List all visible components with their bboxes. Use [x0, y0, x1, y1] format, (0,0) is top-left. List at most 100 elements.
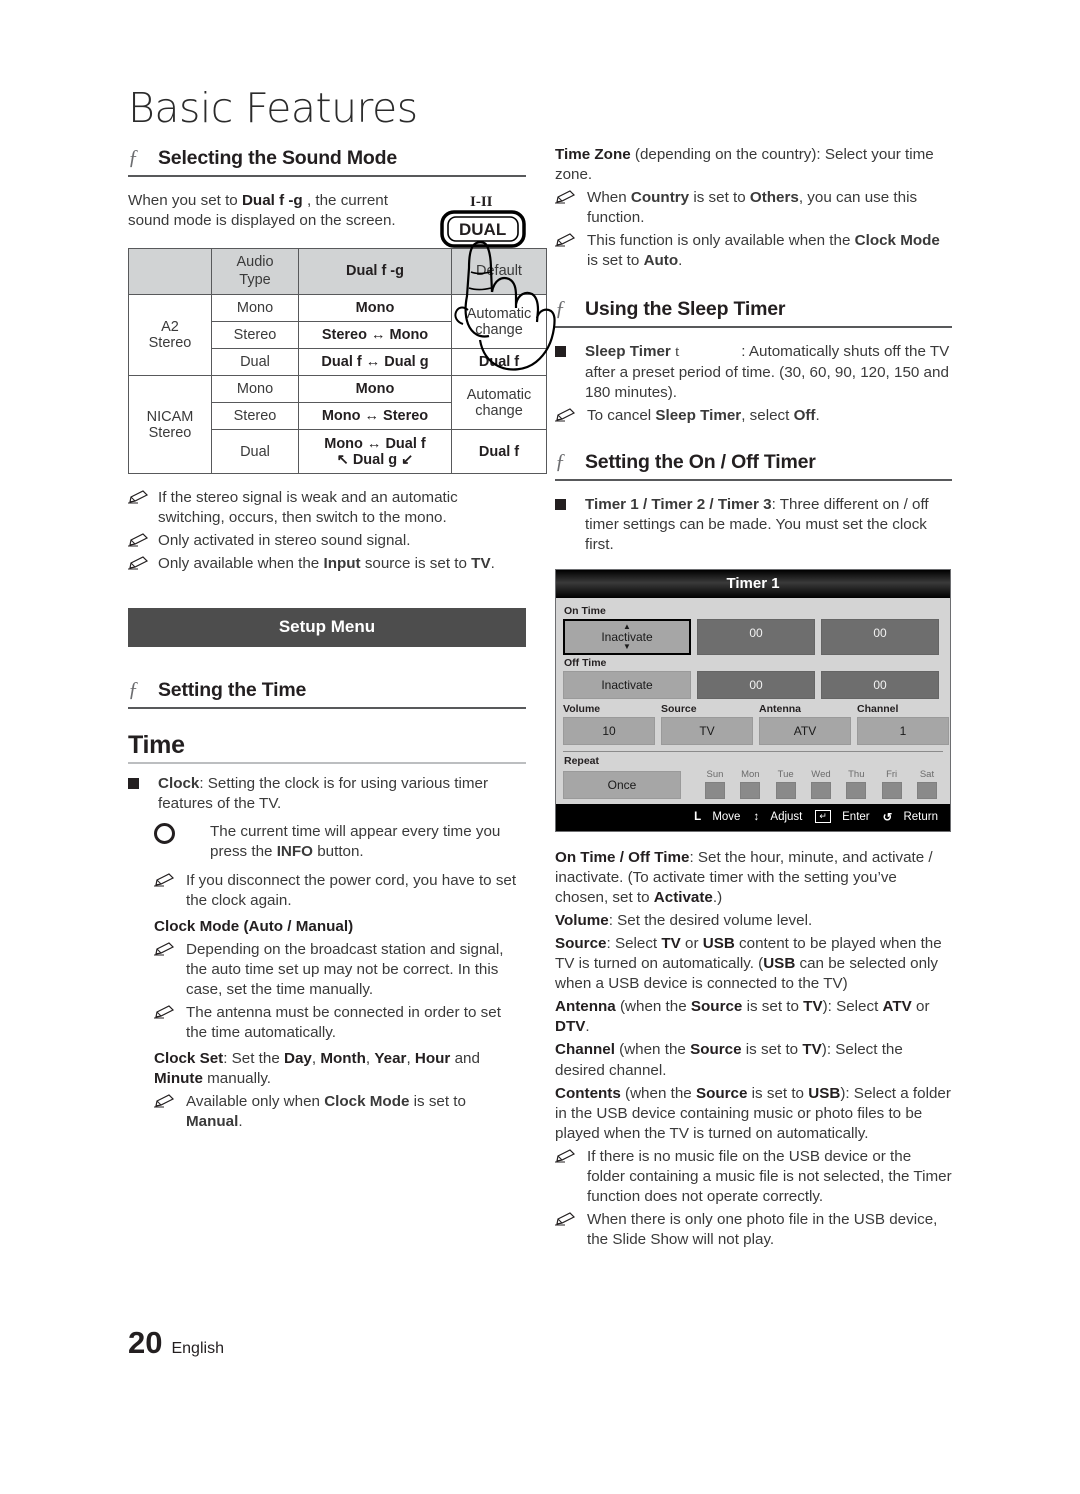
volume-field[interactable]: 10 [563, 716, 655, 745]
enter-key-icon: ↵ [815, 810, 831, 824]
day-checkbox[interactable] [846, 781, 867, 799]
bullet-text: Clock: Setting the clock is for using va… [158, 774, 526, 814]
day-checkbox[interactable] [705, 781, 725, 799]
day-checkbox[interactable] [916, 781, 937, 799]
table-cell-type: Dual [211, 429, 299, 474]
day-label: Thu [848, 768, 865, 780]
clock-set-paragraph: Clock Set: Set the Day, Month, Year, Hou… [154, 1050, 480, 1088]
repeat-days: Sun Mon Tue Wed Thu Fri Sat [687, 769, 943, 799]
on-time-activation-field[interactable]: ▲ Inactivate ▼ [563, 618, 691, 655]
osd-label-off-time: Off Time [564, 656, 607, 669]
day-fri[interactable]: Fri [876, 769, 908, 799]
table-cell-type: Mono [211, 294, 299, 322]
on-off-time-label: On Time / Off Time [555, 848, 690, 866]
day-tue[interactable]: Tue [770, 769, 802, 799]
subsection-title-time: Time [128, 731, 185, 760]
channel-label: Channel [555, 1041, 615, 1059]
day-label: Mon [741, 768, 760, 780]
source-field[interactable]: TV [661, 716, 753, 745]
remote-button-label-text: DUAL [459, 220, 506, 239]
down-arrow-icon: ▼ [623, 641, 631, 651]
day-wed[interactable]: Wed [805, 769, 837, 799]
table-cell-type: Dual [211, 348, 299, 376]
bullet-sleep-timer: Sleep Timer t: Automatically shuts off t… [555, 342, 952, 402]
osd-row-off-time: Inactivate 00 00 [563, 670, 943, 699]
adjust-label: Adjust [770, 810, 803, 823]
day-checkbox[interactable] [775, 781, 796, 799]
off-time-minute-field[interactable]: 00 [821, 670, 939, 699]
table-header-blank [128, 248, 212, 295]
time-zone-paragraph: Time Zone (depending on the country): Se… [555, 145, 952, 185]
day-thu[interactable]: Thu [840, 769, 872, 799]
day-mon[interactable]: Mon [734, 769, 766, 799]
divider [128, 762, 526, 765]
section-title: Using the Sleep Timer [585, 298, 786, 321]
section-heading-sound-mode: ƒ Selecting the Sound Mode [128, 145, 526, 178]
osd-quad-labels: Volume Source Antenna Channel [563, 703, 943, 715]
sleep-timer-glyph: t [675, 343, 680, 361]
osd-quad-fields: 10 TV ATV 1 [563, 716, 949, 745]
note-text: If you disconnect the power cord, you ha… [186, 871, 517, 909]
osd-body: On Time ▲ Inactivate ▼ 00 00 Off Time In… [556, 598, 950, 804]
note-text: The antenna must be connected in order t… [186, 1003, 501, 1041]
note-no-music-file: If there is no music file on the USB dev… [555, 1147, 952, 1207]
note-stereo-only: Only activated in stereo sound signal. [128, 531, 526, 551]
table-cell-dual: Mono [298, 294, 452, 322]
move-key-icon: L [694, 810, 702, 823]
table-cell-default: Automatic change [451, 375, 547, 430]
section-marker-icon: ƒ [555, 448, 566, 473]
table-cell-dual: Dual f ↔ Dual g [298, 348, 452, 376]
day-sun[interactable]: Sun [699, 769, 731, 799]
contents-label: Contents [555, 1084, 621, 1102]
table-cell-dual-line2: ↖ Dual g ↙ [336, 451, 414, 468]
day-checkbox[interactable] [740, 781, 761, 799]
timer-osd-dialog: Timer 1 On Time ▲ Inactivate ▼ 00 00 Off… [555, 568, 951, 832]
table-header-dual: Dual f -g [298, 248, 452, 295]
osd-label-volume: Volume [563, 702, 601, 715]
antenna-field[interactable]: ATV [759, 716, 851, 745]
note-broadcast-signal: Depending on the broadcast station and s… [154, 940, 526, 1000]
table-cell-group-nicam: NICAM Stereo [128, 375, 212, 474]
note-clock-mode-auto: This function is only available when the… [555, 231, 952, 271]
table-cell-dual: Mono [298, 375, 452, 403]
on-time-minute-field[interactable]: 00 [821, 618, 939, 655]
day-sat[interactable]: Sat [911, 769, 943, 799]
setup-menu-banner: Setup Menu [128, 608, 526, 648]
osd-footer-bar: L Move ↕ Adjust ↵ Enter ↺ Return [556, 803, 950, 831]
note-input-tv: Only available when the Input source is … [128, 554, 526, 574]
osd-label-channel: Channel [857, 702, 899, 715]
note-cancel-sleep-timer: To cancel Sleep Timer, select Off. [555, 406, 952, 426]
osd-action-move[interactable]: L Move [694, 811, 740, 823]
day-label: Fri [886, 768, 898, 780]
day-checkbox[interactable] [810, 781, 831, 799]
note-text: Depending on the broadcast station and s… [186, 940, 504, 998]
osd-action-return[interactable]: ↺ Return [883, 810, 938, 824]
off-time-activation-field[interactable]: Inactivate [563, 670, 691, 699]
note-one-photo-file: When there is only one photo file in the… [555, 1210, 952, 1250]
repeat-field[interactable]: Once [563, 770, 681, 799]
circle-bullet-icon [154, 822, 210, 862]
note-disconnect-power: If you disconnect the power cord, you ha… [154, 871, 526, 911]
note-antenna-required: The antenna must be connected in order t… [154, 1003, 526, 1043]
day-label: Tue [777, 768, 794, 780]
note-text: Available only when Clock Mode is set to… [186, 1093, 466, 1131]
day-checkbox[interactable] [881, 781, 902, 799]
remote-dual-button-illustration: I-II DUAL [432, 188, 562, 378]
bullet-text: Sleep Timer t: Automatically shuts off t… [585, 342, 952, 402]
desc-volume: Volume: Set the desired volume level. [555, 911, 952, 931]
channel-field[interactable]: 1 [857, 716, 949, 745]
desc-channel: Channel (when the Source is set to TV): … [555, 1041, 903, 1079]
on-time-hour-field[interactable]: 00 [697, 618, 815, 655]
bullet-timers: Timer 1 / Timer 2 / Timer 3: Three diffe… [555, 495, 952, 555]
osd-action-adjust[interactable]: ↕ Adjust [753, 811, 802, 823]
osd-action-enter[interactable]: ↵ Enter [815, 810, 870, 824]
pencil-icon [154, 1092, 186, 1132]
table-cell-dual-multiline: Mono ↔ Dual f ↖ Dual g ↙ [298, 429, 452, 474]
off-time-hour-field[interactable]: 00 [697, 670, 815, 699]
desc-antenna: Antenna (when the Source is set to TV): … [555, 998, 930, 1036]
page-footer: 20 English [128, 1325, 224, 1361]
section-marker-icon: ƒ [128, 677, 139, 702]
desc-contents: Contents (when the Source is set to USB)… [555, 1084, 951, 1142]
note-text: This function is only available when the… [587, 232, 940, 270]
pencil-icon [128, 554, 158, 574]
